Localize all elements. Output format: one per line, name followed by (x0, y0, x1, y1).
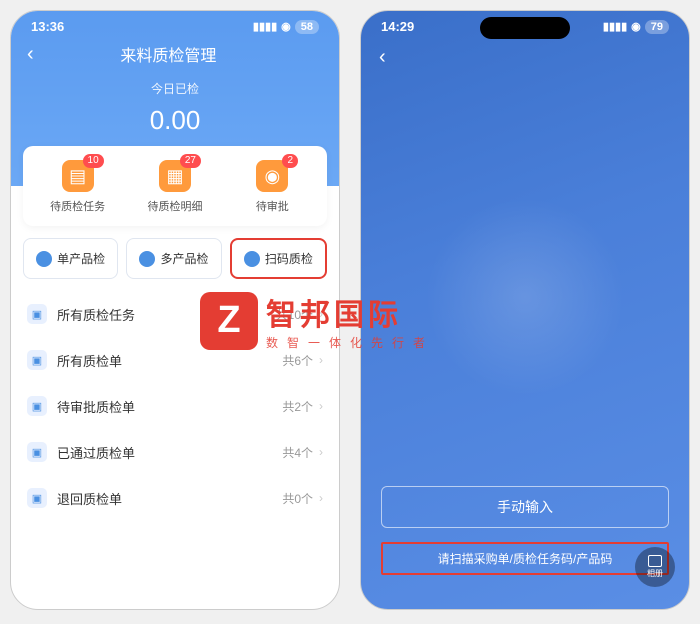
item-count: 共6个 (282, 352, 313, 369)
card-pending-approval[interactable]: ◉2 待审批 (224, 160, 321, 214)
scan-icon (244, 251, 260, 267)
item-label: 退回质检单 (57, 489, 282, 508)
list-item[interactable]: ▣ 退回质检单 共0个 › (23, 475, 327, 521)
person-icon: ◉2 (256, 160, 288, 192)
page-title: 来料质检管理 (14, 42, 323, 66)
chevron-right-icon: › (319, 353, 323, 367)
card-pending-tasks[interactable]: ▤10 待质检任务 (29, 160, 126, 214)
list-item[interactable]: ▣ 所有质检单 共6个 › (23, 337, 327, 383)
dynamic-island (480, 17, 570, 39)
back-button[interactable]: ‹ (361, 38, 689, 77)
wifi-icon: ◉ (281, 20, 291, 33)
multi-check-button[interactable]: 多产品检 (126, 238, 221, 279)
card-pending-details[interactable]: ▦27 待质检明细 (126, 160, 223, 214)
stats-cards: ▤10 待质检任务 ▦27 待质检明细 ◉2 待审批 (23, 146, 327, 226)
wifi-icon: ◉ (631, 20, 641, 33)
manual-input-button[interactable]: 手动输入 (381, 486, 669, 528)
battery-indicator: 58 (295, 20, 319, 34)
dot-icon (36, 251, 52, 267)
nav-bar: ‹ 来料质检管理 (11, 38, 339, 78)
item-label: 已通过质检单 (57, 443, 282, 462)
card-label: 待审批 (224, 198, 321, 214)
item-count: 共2个 (282, 398, 313, 415)
badge: 27 (180, 154, 201, 168)
item-label: 所有质检单 (57, 351, 282, 370)
badge: 2 (282, 154, 298, 168)
doc-icon: ▣ (27, 304, 47, 324)
phone-right: 14:29 ▮▮▮▮ ◉ 79 ‹ 手动输入 请扫描采购单/质检任务码/产品码 … (360, 10, 690, 610)
list-item[interactable]: ▣ 待审批质检单 共2个 › (23, 383, 327, 429)
album-button[interactable]: 相册 (635, 547, 675, 587)
list-icon: ▦27 (159, 160, 191, 192)
item-count: 共10个 (276, 306, 313, 323)
status-right: ▮▮▮▮ ◉ 79 (603, 19, 669, 34)
doc-icon: ▣ (27, 396, 47, 416)
card-label: 待质检任务 (29, 198, 126, 214)
scan-check-button[interactable]: 扫码质检 (230, 238, 327, 279)
scan-hint-text: 请扫描采购单/质检任务码/产品码 (381, 542, 669, 575)
phone-left: 13:36 ▮▮▮▮ ◉ 58 ‹ 来料质检管理 今日已检 0.00 ▤10 待… (10, 10, 340, 610)
dots-icon (139, 251, 155, 267)
header-value: 0.00 (11, 105, 339, 136)
list-item[interactable]: ▣ 已通过质检单 共4个 › (23, 429, 327, 475)
signal-icon: ▮▮▮▮ (603, 20, 627, 33)
doc-icon: ▣ (27, 488, 47, 508)
single-check-button[interactable]: 单产品检 (23, 238, 118, 279)
status-time: 13:36 (31, 19, 64, 34)
status-bar: 13:36 ▮▮▮▮ ◉ 58 (11, 11, 339, 38)
menu-list: ▣ 所有质检任务 共10个 › ▣ 所有质检单 共6个 › ▣ 待审批质检单 共… (11, 291, 339, 521)
list-item[interactable]: ▣ 所有质检任务 共10个 › (23, 291, 327, 337)
header-subtitle: 今日已检 (11, 80, 339, 97)
card-label: 待质检明细 (126, 198, 223, 214)
item-count: 共4个 (282, 444, 313, 461)
battery-indicator: 79 (645, 20, 669, 34)
chevron-right-icon: › (319, 445, 323, 459)
badge: 10 (83, 154, 104, 168)
item-count: 共0个 (282, 490, 313, 507)
doc-icon: ▣ (27, 350, 47, 370)
clipboard-icon: ▤10 (62, 160, 94, 192)
scan-glare (425, 197, 625, 397)
chevron-right-icon: › (319, 399, 323, 413)
image-icon (648, 555, 662, 567)
chevron-right-icon: › (319, 307, 323, 321)
action-buttons: 单产品检 多产品检 扫码质检 (11, 226, 339, 291)
album-label: 相册 (647, 568, 663, 579)
scan-area: 手动输入 请扫描采购单/质检任务码/产品码 相册 (361, 77, 689, 605)
item-label: 待审批质检单 (57, 397, 282, 416)
signal-icon: ▮▮▮▮ (253, 20, 277, 33)
chevron-right-icon: › (319, 491, 323, 505)
doc-icon: ▣ (27, 442, 47, 462)
status-right: ▮▮▮▮ ◉ 58 (253, 19, 319, 34)
item-label: 所有质检任务 (57, 305, 276, 324)
status-time: 14:29 (381, 19, 414, 34)
